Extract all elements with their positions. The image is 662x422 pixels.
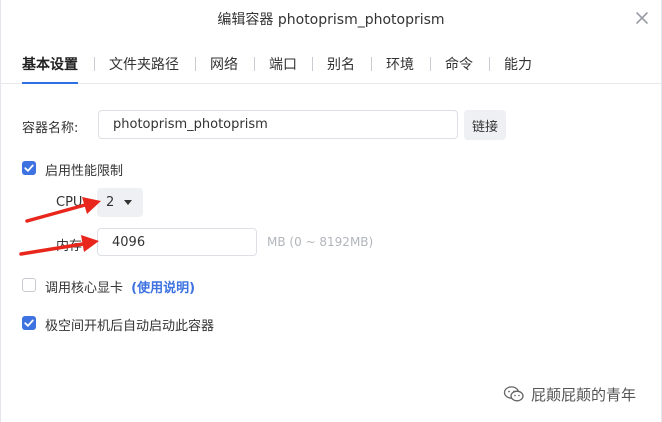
memory-input[interactable]: 4096 [97,228,257,256]
tab-command[interactable]: 命令 [445,54,473,74]
tab-environment[interactable]: 环境 [386,54,414,74]
dialog-titlebar: 编辑容器 photoprism_photoprism [1,0,661,36]
tab-ports[interactable]: 端口 [269,54,297,74]
memory-range-hint: MB (0 ~ 8192MB) [267,235,374,249]
caret-down-icon [124,200,132,205]
cpu-value: 2 [106,195,115,210]
memory-label: 内存: [56,239,87,254]
cpu-select[interactable]: 2 [97,188,143,217]
dialog-title: 编辑容器 photoprism_photoprism [217,12,445,28]
check-icon [24,164,34,172]
tab-divider [254,57,255,71]
tab-divider [94,57,95,71]
tab-divider [489,57,490,71]
watermark-text: 屁颠屁颠的青年 [531,385,637,404]
tab-bar: 基本设置 文件夹路径 网络 端口 别名 环境 命令 能力 [1,44,661,84]
tab-folder-paths[interactable]: 文件夹路径 [109,54,179,74]
tab-divider [430,57,431,71]
link-button[interactable]: 链接 [464,110,506,140]
autostart-checkbox[interactable] [22,316,36,330]
tab-network[interactable]: 网络 [210,54,238,74]
performance-limit-checkbox[interactable] [22,161,36,175]
tab-basic-settings[interactable]: 基本设置 [22,54,78,74]
gpu-help-link[interactable]: (使用说明) [131,281,195,296]
edit-container-dialog: 编辑容器 photoprism_photoprism 基本设置 文件夹路径 网络… [0,0,662,422]
tab-divider [312,57,313,71]
container-name-input[interactable]: photoprism_photoprism [98,110,458,139]
cpu-label: CPU: [56,195,87,210]
gpu-label-text: 调用核心显卡 [45,281,124,296]
tab-divider [195,57,196,71]
tab-divider [371,57,372,71]
check-icon [24,319,34,327]
active-tab-indicator [22,82,78,84]
gpu-label: 调用核心显卡 (使用说明) [45,277,195,296]
container-name-label: 容器名称: [22,121,79,136]
tab-capabilities[interactable]: 能力 [504,54,532,74]
watermark: 屁颠屁颠的青年 [503,382,636,406]
performance-limit-label: 启用性能限制 [45,164,124,179]
wechat-icon [503,386,524,402]
gpu-checkbox[interactable] [22,278,36,292]
close-icon[interactable] [633,9,651,27]
autostart-label: 极空间开机后自动启动此容器 [45,319,215,334]
tab-alias[interactable]: 别名 [327,54,355,74]
